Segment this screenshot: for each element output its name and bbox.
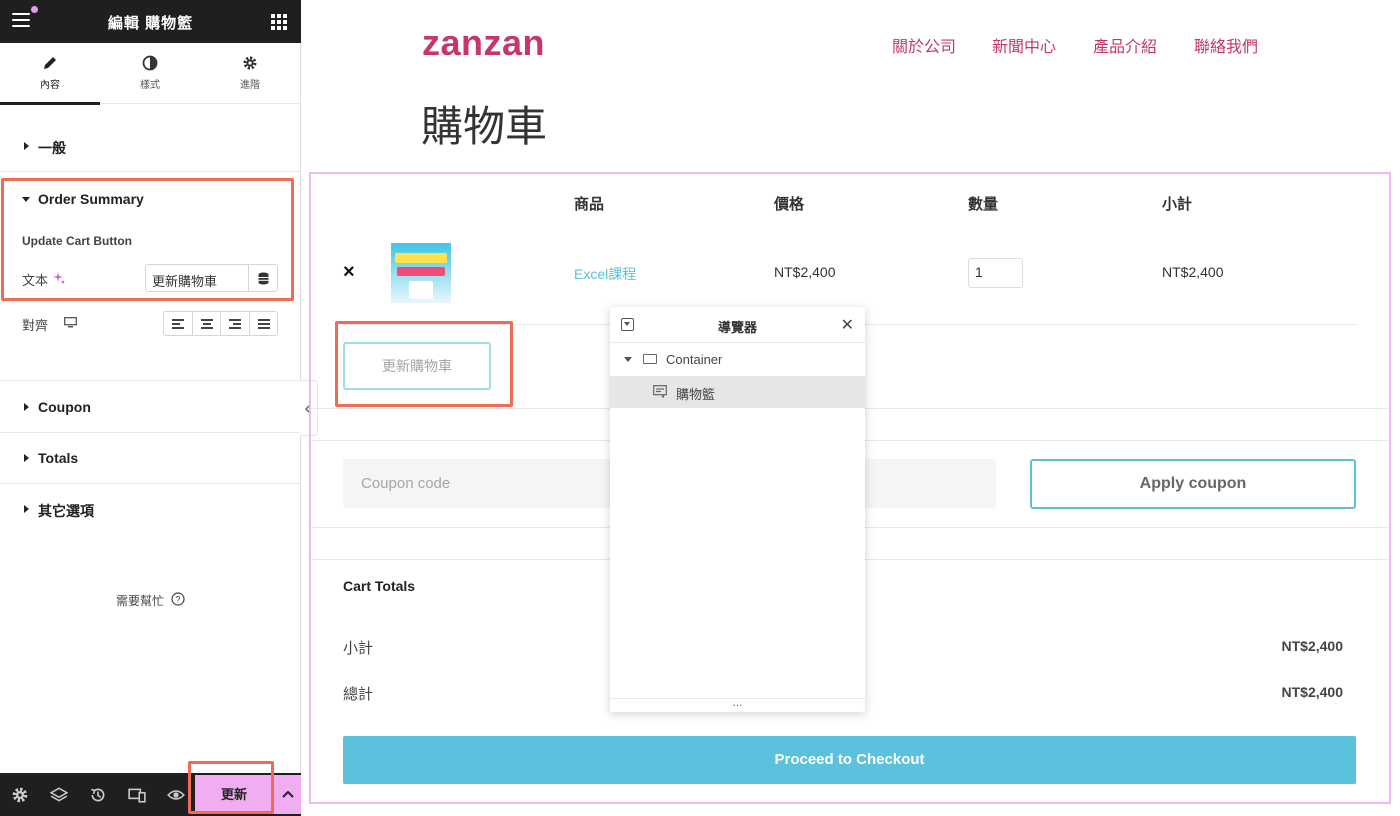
editor-panel: 編輯 購物籃 內容 樣式 進階 一般 Order Summary Update … [0,0,301,816]
caret-down-icon[interactable] [624,357,632,362]
section-general-label: 一般 [38,140,66,156]
nav-news[interactable]: 新聞中心 [992,33,1056,57]
panel-tabs: 內容 樣式 進階 [0,43,301,105]
settings-gear-icon[interactable] [11,786,29,804]
totals-subtotal-value: NT$2,400 [1281,638,1343,654]
tab-style-label: 樣式 [140,80,160,91]
quantity-input[interactable]: 1 [968,258,1023,288]
caret-down-icon[interactable] [22,197,30,202]
navigator-title: 導覽器 [717,320,757,335]
cart-totals-title: Cart Totals [343,578,416,594]
section-totals-label: Totals [38,450,79,466]
section-coupon[interactable]: Coupon [0,381,300,433]
navigator-resize-handle[interactable]: ... [610,696,865,712]
totals-subtotal-label: 小計 [343,640,374,657]
product-thumbnail[interactable] [391,243,451,303]
totals-total-value: NT$2,400 [1281,684,1343,700]
tab-content[interactable]: 內容 [0,43,100,105]
section-order-summary-label[interactable]: Order Summary [38,191,144,207]
widgets-grid-icon[interactable] [271,14,287,30]
align-left-button[interactable] [164,312,193,335]
navigator-item-label: 購物籃 [676,387,716,402]
update-cart-button[interactable]: 更新購物車 [343,342,491,390]
gear-icon [243,56,257,70]
align-right-button[interactable] [221,312,250,335]
ai-sparkle-icon[interactable] [53,272,65,284]
publish-update-button[interactable]: 更新 [195,775,273,814]
section-other-options[interactable]: 其它選項 [0,484,300,534]
section-totals[interactable]: Totals [0,433,300,484]
cart-widget-icon [653,385,667,398]
responsive-icon[interactable] [128,786,146,804]
section-other-label: 其它選項 [38,503,94,519]
section-coupon-label: Coupon [38,399,91,415]
remove-item-icon[interactable]: × [343,261,355,284]
half-circle-icon [142,55,158,71]
chevron-up-icon [282,790,294,798]
product-subtotal: NT$2,400 [1162,264,1224,280]
question-circle-icon: ? [171,592,185,606]
align-justify-button[interactable] [250,312,278,335]
alignment-control [163,311,278,336]
product-price: NT$2,400 [774,264,836,280]
navigator-header[interactable]: 導覽器 ✕ [610,307,865,343]
col-header-quantity: 數量 [968,196,999,213]
align-control-label: 對齊 [22,318,49,333]
caret-right-icon [24,403,29,411]
navigator-item-container[interactable]: Container [610,343,865,375]
dynamic-tags-button[interactable] [248,264,278,292]
col-header-subtotal: 小計 [1162,196,1193,213]
caret-right-icon [24,142,29,150]
tab-advanced[interactable]: 進階 [200,43,300,104]
preview-eye-icon[interactable] [167,786,185,804]
layers-icon[interactable] [50,786,68,804]
tab-content-label: 內容 [40,80,60,91]
text-control-label: 文本 [22,273,49,288]
help-label: 需要幫忙 [116,594,165,608]
nav-products[interactable]: 產品介紹 [1093,33,1157,57]
page-title: 購物車 [421,103,548,150]
site-logo[interactable]: zanzan [422,22,545,64]
apply-coupon-button[interactable]: Apply coupon [1030,459,1356,509]
database-icon [258,272,269,285]
help-link[interactable]: 需要幫忙 ? [116,592,185,609]
navigator-item-cart[interactable]: 購物籃 [610,376,865,408]
nav-about[interactable]: 關於公司 [892,33,956,57]
pencil-icon [44,57,56,69]
container-icon [643,354,657,364]
desktop-icon[interactable] [64,317,77,328]
caret-right-icon [24,505,29,513]
col-header-product: 商品 [574,196,605,213]
history-icon[interactable] [89,786,107,804]
close-icon[interactable]: ✕ [841,315,854,335]
tab-style[interactable]: 樣式 [100,43,200,104]
proceed-to-checkout-button[interactable]: Proceed to Checkout [343,736,1356,784]
align-center-button[interactable] [193,312,221,335]
totals-total-label: 總計 [343,686,374,703]
caret-right-icon [24,454,29,462]
panel-header: 編輯 購物籃 [0,0,301,43]
panel-title: 編輯 購物籃 [107,15,194,32]
col-header-price: 價格 [774,196,805,213]
navigator-item-label: Container [666,352,723,367]
publish-options-button[interactable] [273,775,301,814]
product-name-link[interactable]: Excel課程 [574,264,636,284]
svg-text:?: ? [175,595,180,605]
button-text-input[interactable]: 更新購物車 [145,264,249,292]
navigator-panel: 導覽器 ✕ Container 購物籃 ... [610,307,865,712]
section-general[interactable]: 一般 [0,104,300,172]
update-cart-button-heading: Update Cart Button [22,234,132,248]
tab-advanced-label: 進階 [240,80,260,91]
nav-contact[interactable]: 聯絡我們 [1194,33,1258,57]
